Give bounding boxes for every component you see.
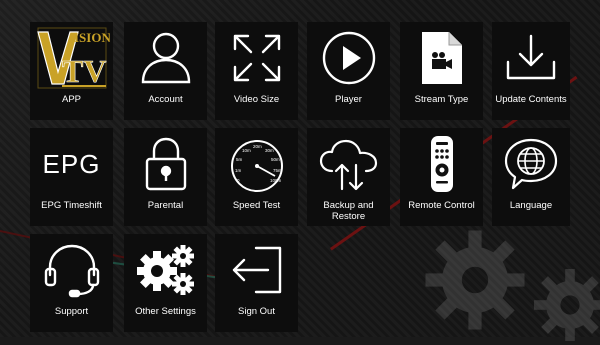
menu-tile-update-contents[interactable]: Update Contents: [492, 22, 570, 120]
background-gear-icon: [534, 269, 600, 341]
menu-tile-label: Sign Out: [238, 306, 275, 317]
expand-icon: [215, 22, 298, 94]
remote-icon: [400, 128, 483, 200]
globe-chat-icon: [492, 128, 570, 200]
svg-text:75m: 75m: [273, 168, 282, 173]
menu-tile-app[interactable]: ISION TV APP: [30, 22, 113, 120]
video-file-icon: [400, 22, 483, 94]
svg-text:30m: 30m: [265, 148, 274, 153]
menu-tile-label: Other Settings: [135, 306, 196, 317]
svg-text:10m: 10m: [242, 148, 251, 153]
menu-tile-epg-timeshift[interactable]: EPG EPG Timeshift: [30, 128, 113, 226]
menu-tile-label: Remote Control: [408, 200, 475, 211]
menu-tile-backup-restore[interactable]: Backup and Restore: [307, 128, 390, 226]
headset-icon: [30, 234, 113, 306]
menu-tile-language[interactable]: Language: [492, 128, 570, 226]
app-logo: ISION TV: [30, 22, 113, 94]
menu-tile-label: APP: [61, 94, 81, 105]
svg-text:TV: TV: [62, 53, 106, 89]
gears-icon: [124, 234, 207, 306]
menu-tile-label: Video Size: [233, 94, 280, 105]
svg-text:100m: 100m: [270, 178, 282, 183]
background-gear-icon: [425, 230, 525, 330]
menu-tile-support[interactable]: Support: [30, 234, 113, 332]
menu-tile-label: Update Contents: [495, 94, 567, 105]
menu-tile-remote-control[interactable]: Remote Control: [400, 128, 483, 226]
menu-tile-other-settings[interactable]: Other Settings: [124, 234, 207, 332]
menu-tile-video-size[interactable]: Video Size: [215, 22, 298, 120]
epg-icon-text: EPG: [42, 148, 101, 179]
user-icon: [124, 22, 207, 94]
menu-tile-label: Player: [335, 94, 362, 105]
svg-text:20m: 20m: [253, 144, 262, 149]
menu-tile-sign-out[interactable]: Sign Out: [215, 234, 298, 332]
epg-icon: EPG: [30, 128, 113, 200]
svg-text:50m: 50m: [271, 157, 280, 162]
menu-tile-label: Language: [509, 200, 553, 211]
menu-tile-label: Support: [54, 306, 89, 317]
menu-tile-label: Backup and Restore: [323, 200, 374, 222]
play-icon: [307, 22, 390, 94]
svg-text:1m: 1m: [235, 168, 242, 173]
menu-tile-label: Account: [148, 94, 183, 105]
menu-tile-label: Speed Test: [232, 200, 281, 211]
speedometer-icon: 0 1m 5m 10m 20m 30m 50m 75m 100m: [215, 128, 298, 200]
menu-tile-label: Parental: [147, 200, 184, 211]
svg-text:ISION: ISION: [74, 30, 110, 45]
menu-tile-parental[interactable]: Parental: [124, 128, 207, 226]
download-icon: [492, 22, 570, 94]
svg-text:5m: 5m: [236, 157, 243, 162]
menu-tile-label: EPG Timeshift: [41, 200, 102, 211]
menu-tile-label: Stream Type: [414, 94, 469, 105]
cloud-sync-icon: [307, 128, 390, 200]
menu-tile-account[interactable]: Account: [124, 22, 207, 120]
menu-tile-speed-test[interactable]: 0 1m 5m 10m 20m 30m 50m 75m 100m Speed T…: [215, 128, 298, 226]
svg-text:0: 0: [237, 178, 240, 183]
menu-tile-player[interactable]: Player: [307, 22, 390, 120]
sign-out-icon: [215, 234, 298, 306]
menu-tile-stream-type[interactable]: Stream Type: [400, 22, 483, 120]
lock-icon: [124, 128, 207, 200]
